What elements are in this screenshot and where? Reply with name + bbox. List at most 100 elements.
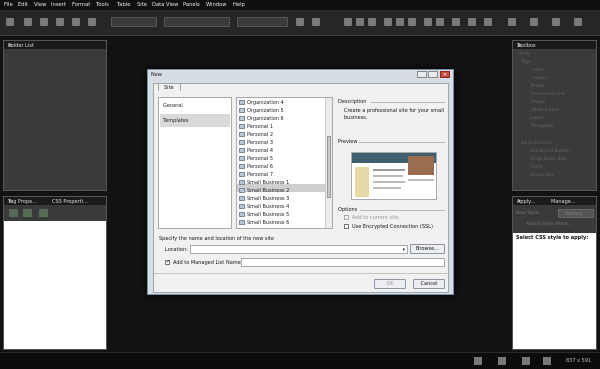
page-size-readout[interactable]: 837 x 591 xyxy=(566,358,591,364)
font-dropdown[interactable] xyxy=(164,17,230,27)
alpha-icon[interactable] xyxy=(23,209,32,217)
attach-style-sheet-link[interactable]: Attach Style Sheet... xyxy=(526,222,572,227)
compat-icon[interactable] xyxy=(543,357,551,365)
preview-icon[interactable] xyxy=(88,18,96,26)
menu-help[interactable]: Help xyxy=(233,2,245,8)
menu-data-view[interactable]: Data View xyxy=(152,2,178,8)
template-item[interactable]: Small Business 3 xyxy=(239,196,289,202)
template-item[interactable]: Personal 1 xyxy=(239,124,273,130)
size-dropdown[interactable] xyxy=(237,17,288,27)
toolbox-form-controls-group[interactable]: Form Controls xyxy=(521,141,552,146)
close-icon[interactable]: ✕ xyxy=(517,199,593,205)
menu-panels[interactable]: Panels xyxy=(183,2,200,8)
template-item[interactable]: Organization 4 xyxy=(239,100,284,106)
save-icon[interactable] xyxy=(40,18,48,26)
template-item[interactable]: Personal 5 xyxy=(239,156,273,162)
toolbox-item[interactable]: Horizontal Line xyxy=(531,92,565,97)
toolbox-item[interactable]: <span> xyxy=(531,76,549,81)
menu-format[interactable]: Format xyxy=(72,2,90,8)
show-set-icon[interactable] xyxy=(39,209,48,217)
print-icon[interactable] xyxy=(72,18,80,26)
folder-icon[interactable] xyxy=(56,18,64,26)
open-icon[interactable] xyxy=(24,18,32,26)
template-item[interactable]: Small Business 5 xyxy=(239,212,289,218)
align-right-icon[interactable] xyxy=(408,18,416,26)
chevron-down-icon[interactable]: ▾ xyxy=(402,247,405,253)
location-input[interactable]: ▾ xyxy=(190,245,408,254)
template-item[interactable]: Small Business 1 xyxy=(239,180,289,186)
close-icon[interactable]: ✕ xyxy=(8,43,103,49)
toolbox-item[interactable]: Paragraph xyxy=(531,124,554,129)
minimize-icon[interactable] xyxy=(417,71,427,78)
menu-site[interactable]: Site xyxy=(137,2,147,8)
options-button[interactable]: Options xyxy=(558,209,594,218)
zoom-icon[interactable] xyxy=(498,357,506,365)
toolbox-item[interactable]: Break xyxy=(531,84,544,89)
template-item[interactable]: Organization 6 xyxy=(239,116,284,122)
toolbox-item[interactable]: Group Box xyxy=(531,173,555,178)
indent-icon[interactable] xyxy=(452,18,460,26)
numbered-list-icon[interactable] xyxy=(424,18,432,26)
new-style-link[interactable]: New Style... xyxy=(516,211,543,216)
menu-file[interactable]: File xyxy=(4,2,13,8)
toolbox-item[interactable]: Image xyxy=(531,100,545,105)
style-dropdown[interactable] xyxy=(111,17,157,27)
align-left-icon[interactable] xyxy=(384,18,392,26)
grid-icon[interactable] xyxy=(552,18,560,26)
menu-table[interactable]: Table xyxy=(117,2,130,8)
border-icon[interactable] xyxy=(468,18,476,26)
ok-button[interactable]: OK xyxy=(374,279,406,289)
template-item[interactable]: Personal 7 xyxy=(239,172,273,178)
toolbox-item[interactable]: Drop-Down Box xyxy=(531,157,566,162)
category-general[interactable]: General xyxy=(163,103,183,109)
template-item[interactable]: Small Business 6 xyxy=(239,220,289,226)
scroll-thumb[interactable] xyxy=(327,136,331,198)
toolbox-html-group[interactable]: HTML xyxy=(518,52,531,57)
use-ssl-checkbox[interactable] xyxy=(344,224,349,229)
italic-icon[interactable] xyxy=(356,18,364,26)
undo-icon[interactable] xyxy=(296,18,304,26)
toolbox-item[interactable]: Inline Frame xyxy=(531,108,559,113)
cancel-button[interactable]: Cancel xyxy=(413,279,445,289)
tab-site[interactable]: Site xyxy=(158,83,181,91)
toolbox-item[interactable]: Form xyxy=(531,165,542,170)
table-icon[interactable] xyxy=(530,18,538,26)
template-item[interactable]: Personal 3 xyxy=(239,140,273,146)
toolbox-item[interactable]: <div> xyxy=(531,68,545,73)
menu-insert[interactable]: Insert xyxy=(51,2,66,8)
highlight-icon[interactable] xyxy=(484,18,492,26)
close-icon[interactable]: ✕ xyxy=(8,199,103,205)
bold-icon[interactable] xyxy=(344,18,352,26)
add-to-current-checkbox[interactable] xyxy=(344,215,349,220)
browse-button[interactable]: Browse... xyxy=(410,244,445,254)
toolbox-tags-group[interactable]: Tags xyxy=(521,60,531,65)
menu-tools[interactable]: Tools xyxy=(96,2,109,8)
page-icon[interactable] xyxy=(474,357,482,365)
menu-view[interactable]: View xyxy=(34,2,46,8)
menu-edit[interactable]: Edit xyxy=(18,2,28,8)
template-item[interactable]: Personal 4 xyxy=(239,148,273,154)
template-item[interactable]: Personal 6 xyxy=(239,164,273,170)
menu-window[interactable]: Window xyxy=(206,2,226,8)
sort-icon[interactable] xyxy=(9,209,18,217)
template-item[interactable]: Personal 2 xyxy=(239,132,273,138)
maximize-icon[interactable] xyxy=(428,71,438,78)
layout-icon[interactable] xyxy=(508,18,516,26)
close-icon[interactable]: ✕ xyxy=(440,71,450,78)
options-icon[interactable] xyxy=(574,18,582,26)
template-item[interactable]: Organization 5 xyxy=(239,108,284,114)
new-page-icon[interactable] xyxy=(6,18,14,26)
underline-icon[interactable] xyxy=(368,18,376,26)
redo-icon[interactable] xyxy=(312,18,320,26)
toolbox-item[interactable]: Advanced Button xyxy=(531,149,570,154)
close-icon[interactable]: ✕ xyxy=(517,43,593,49)
category-templates[interactable]: Templates xyxy=(163,118,188,124)
template-scrollbar[interactable] xyxy=(325,98,332,228)
template-item[interactable]: Small Business 4 xyxy=(239,204,289,210)
toolbox-item[interactable]: Layer xyxy=(531,116,544,121)
view-icon[interactable] xyxy=(522,357,530,365)
align-center-icon[interactable] xyxy=(396,18,404,26)
add-managed-checkbox[interactable]: ✓ xyxy=(165,259,170,265)
bullet-list-icon[interactable] xyxy=(436,18,444,26)
template-item-selected[interactable]: Small Business 2 xyxy=(239,188,289,194)
